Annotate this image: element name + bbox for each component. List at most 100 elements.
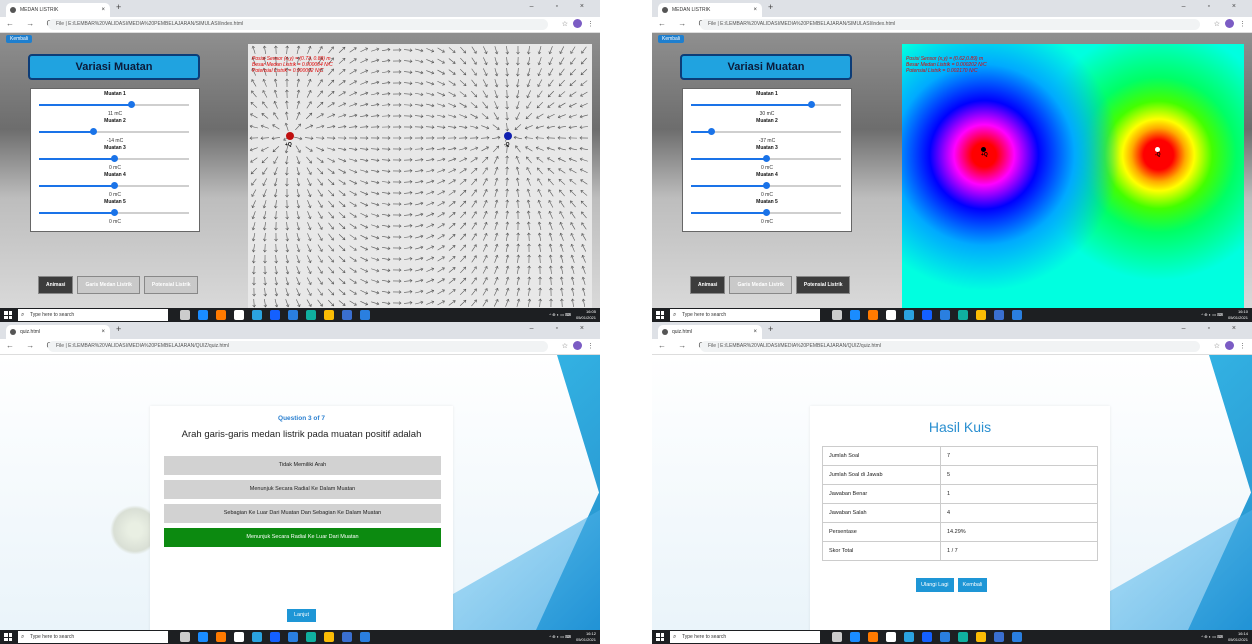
menu-icon[interactable]: ⋮ [587, 20, 594, 28]
slider-track[interactable] [691, 128, 841, 135]
vscode-icon[interactable] [360, 632, 370, 642]
slider-thumb[interactable] [90, 128, 97, 135]
new-tab-button[interactable]: + [116, 324, 121, 334]
answer-option[interactable]: Sebagian Ke Luar Dari Muatan Dan Sebagia… [164, 504, 441, 523]
taskbar-search[interactable]: ⌕ Type here to search [670, 309, 820, 321]
mode-animation-button[interactable]: Animasi [690, 276, 726, 294]
explorer-icon[interactable] [904, 310, 914, 320]
window-controls[interactable]: – ▫ × [1182, 3, 1246, 10]
field-line-canvas[interactable]: Posisi Sensor (x,y) = (0.73, 0.89) m Bes… [248, 44, 592, 308]
store-icon[interactable] [234, 310, 244, 320]
answer-option[interactable]: Tidak Memiliki Arah [164, 456, 441, 475]
chrome-icon[interactable] [976, 310, 986, 320]
mode-potential-button[interactable]: Potensial Listrik [143, 276, 199, 294]
close-tab-icon[interactable]: × [753, 3, 757, 17]
slider-thumb[interactable] [808, 101, 815, 108]
menu-icon[interactable]: ⋮ [1239, 342, 1246, 350]
url-field[interactable]: File | E:/LEMBAR%20VALIDASI/MEDIA%20PEMB… [48, 341, 548, 352]
window-controls[interactable]: – ▫ × [1182, 325, 1246, 332]
slider-thumb[interactable] [127, 101, 135, 108]
taskview-icon[interactable] [832, 310, 842, 320]
app-icon[interactable] [198, 632, 208, 642]
firefox-icon[interactable] [216, 632, 226, 642]
slider-track[interactable] [691, 101, 841, 108]
windows-start-icon[interactable] [4, 311, 12, 319]
chrome-icon[interactable] [324, 310, 334, 320]
slider-thumb[interactable] [763, 209, 770, 216]
app-icon[interactable] [994, 310, 1004, 320]
potential-heatmap[interactable]: Posisi Sensor (x,y) = (0.62,0.89) m Besa… [902, 44, 1244, 308]
slider-track[interactable] [39, 101, 189, 108]
explorer-icon[interactable] [904, 632, 914, 642]
vscode-icon[interactable] [1012, 310, 1022, 320]
taskbar-search[interactable]: ⌕ Type here to search [670, 631, 820, 643]
edge-icon[interactable] [306, 632, 316, 642]
edge-icon[interactable] [958, 632, 968, 642]
app-icon[interactable] [850, 632, 860, 642]
vscode-icon[interactable] [940, 310, 950, 320]
app-icon[interactable] [270, 310, 280, 320]
mode-potential-button[interactable]: Potensial Listrik [795, 276, 851, 294]
vscode-icon[interactable] [1012, 632, 1022, 642]
windows-start-icon[interactable] [656, 633, 664, 641]
window-controls[interactable]: – ▫ × [530, 3, 594, 10]
taskbar-search[interactable]: ⌕ Type here to search [18, 631, 168, 643]
mode-animation-button[interactable]: Animasi [38, 276, 74, 294]
slider-track[interactable] [39, 155, 189, 162]
app-icon[interactable] [922, 310, 932, 320]
new-tab-button[interactable]: + [116, 2, 121, 12]
mode-field-lines-button[interactable]: Garis Medan Listrik [77, 276, 140, 294]
chrome-icon[interactable] [976, 632, 986, 642]
slider-track[interactable] [39, 128, 189, 135]
negative-charge[interactable] [504, 132, 512, 140]
close-tab-icon[interactable]: × [753, 325, 757, 339]
app-icon[interactable] [342, 632, 352, 642]
store-icon[interactable] [886, 632, 896, 642]
slider-track[interactable] [39, 209, 189, 216]
app-icon[interactable] [922, 632, 932, 642]
star-icon[interactable]: ☆ [1214, 20, 1220, 28]
star-icon[interactable]: ☆ [562, 342, 568, 350]
close-tab-icon[interactable]: × [101, 3, 105, 17]
mode-field-lines-button[interactable]: Garis Medan Listrik [729, 276, 792, 294]
store-icon[interactable] [886, 310, 896, 320]
profile-avatar[interactable] [573, 19, 582, 28]
slider-thumb[interactable] [763, 155, 770, 162]
slider-thumb[interactable] [707, 128, 715, 135]
vscode-icon[interactable] [288, 310, 298, 320]
answer-option[interactable]: Menunjuk Secara Radial Ke Dalam Muatan [164, 480, 441, 499]
explorer-icon[interactable] [252, 632, 262, 642]
slider-track[interactable] [39, 182, 189, 189]
firefox-icon[interactable] [868, 632, 878, 642]
star-icon[interactable]: ☆ [1214, 342, 1220, 350]
menu-icon[interactable]: ⋮ [1239, 20, 1246, 28]
slider-track[interactable] [691, 209, 841, 216]
slider-thumb[interactable] [111, 155, 118, 162]
app-icon[interactable] [850, 310, 860, 320]
url-field[interactable]: File | E:/LEMBAR%20VALIDASI/MEDIA%20PEMB… [700, 19, 1200, 30]
browser-tab[interactable]: quiz.html × [658, 325, 762, 339]
vscode-icon[interactable] [360, 310, 370, 320]
profile-avatar[interactable] [573, 341, 582, 350]
app-icon[interactable] [342, 310, 352, 320]
app-icon[interactable] [994, 632, 1004, 642]
positive-charge[interactable] [286, 132, 294, 140]
browser-tab[interactable]: MEDAN LISTRIK × [658, 3, 762, 17]
browser-tab[interactable]: MEDAN LISTRIK × [6, 3, 110, 17]
close-tab-icon[interactable]: × [101, 325, 105, 339]
slider-thumb[interactable] [763, 182, 770, 189]
taskbar-search[interactable]: ⌕ Type here to search [18, 309, 168, 321]
edge-icon[interactable] [958, 310, 968, 320]
url-field[interactable]: File | E:/LEMBAR%20VALIDASI/MEDIA%20PEMB… [700, 341, 1200, 352]
next-button[interactable]: Lanjut [287, 609, 316, 622]
profile-avatar[interactable] [1225, 341, 1234, 350]
taskview-icon[interactable] [180, 310, 190, 320]
app-icon[interactable] [270, 632, 280, 642]
edge-icon[interactable] [306, 310, 316, 320]
url-field[interactable]: File | E:/LEMBAR%20VALIDASI/MEDIA%20PEMB… [48, 19, 548, 30]
slider-track[interactable] [691, 182, 841, 189]
back-button[interactable]: Kembali [957, 578, 988, 592]
taskview-icon[interactable] [180, 632, 190, 642]
vscode-icon[interactable] [940, 632, 950, 642]
windows-start-icon[interactable] [4, 633, 12, 641]
